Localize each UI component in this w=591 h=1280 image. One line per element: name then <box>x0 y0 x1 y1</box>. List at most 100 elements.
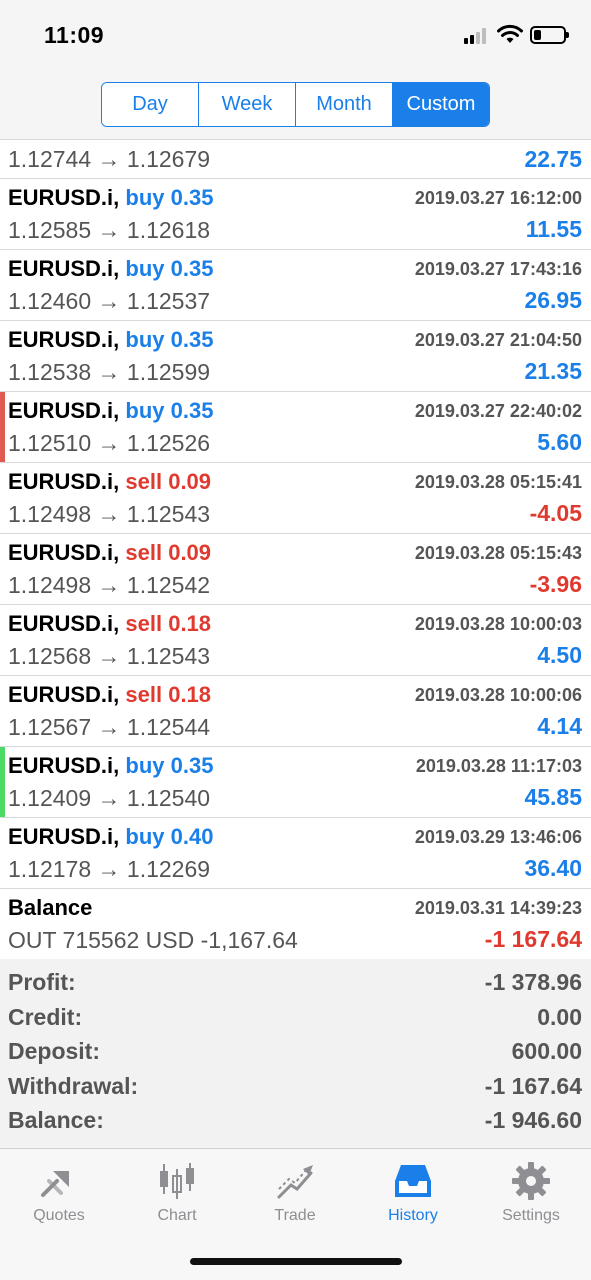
deal-profit: 22.75 <box>524 146 582 172</box>
deal-symbol: EURUSD.i, <box>8 753 120 778</box>
period-month[interactable]: Month <box>296 83 393 126</box>
deal-time: 2019.03.27 21:04:50 <box>414 330 582 350</box>
period-custom[interactable]: Custom <box>393 83 489 126</box>
summary-value: 0.00 <box>537 1003 582 1030</box>
deal-marker <box>0 818 5 888</box>
summary-profit: Profit: -1 378.96 <box>0 967 591 1002</box>
deal-profit: 26.95 <box>524 287 582 313</box>
deal-profit: -4.05 <box>529 500 582 526</box>
deal-side: buy 0.40 <box>125 824 214 849</box>
deal-prices: 1.12498 → 1.12542 <box>8 572 211 598</box>
deal-profit: 11.55 <box>525 216 582 242</box>
summary-value: -1 946.60 <box>484 1107 582 1133</box>
summary-label: Profit: <box>8 969 76 995</box>
period-week[interactable]: Week <box>199 83 296 126</box>
home-indicator[interactable] <box>190 1258 402 1265</box>
deal-side: buy 0.35 <box>125 185 214 210</box>
deal-symbol: EURUSD.i, <box>8 469 120 494</box>
tab-label: Chart <box>157 1207 197 1224</box>
deal-prices: 1.12585 → 1.12618 <box>8 217 211 243</box>
balance-time: 2019.03.31 14:39:23 <box>414 898 582 918</box>
cellular-signal-icon <box>464 28 490 44</box>
deal-side: sell 0.09 <box>125 540 212 565</box>
tab-chart[interactable]: Chart <box>118 1149 236 1239</box>
tab-settings[interactable]: Settings <box>472 1149 590 1239</box>
deal-row[interactable]: EURUSD.i, sell 0.18 2019.03.28 10:00:03 … <box>0 605 591 676</box>
deal-row[interactable]: EURUSD.i, sell 0.09 2019.03.28 05:15:43 … <box>0 534 591 605</box>
deal-symbol: EURUSD.i, <box>8 398 120 423</box>
deal-time: 2019.03.28 05:15:41 <box>414 472 582 492</box>
balance-comment: OUT 715562 USD -1,167.64 <box>8 927 298 953</box>
deal-title: EURUSD.i, sell 0.18 <box>8 682 211 708</box>
deal-prices: 1.12409 → 1.12540 <box>8 785 211 811</box>
deal-profit: 36.40 <box>524 855 582 881</box>
deal-title: EURUSD.i, buy 0.40 <box>8 824 213 850</box>
battery-icon <box>530 26 569 44</box>
deal-title: EURUSD.i, buy 0.35 <box>8 256 213 282</box>
deal-marker <box>0 179 5 249</box>
tab-trade[interactable]: Trade <box>236 1149 354 1239</box>
deal-time: 2019.03.28 05:15:43 <box>414 543 582 563</box>
deal-row[interactable]: EURUSD.i, sell 0.18 2019.03.28 10:00:06 … <box>0 676 591 747</box>
deal-profit: 4.14 <box>537 713 582 739</box>
summary-label: Deposit: <box>8 1038 100 1064</box>
deal-symbol: EURUSD.i, <box>8 327 120 352</box>
trade-icon <box>277 1165 313 1199</box>
deal-prices: 1.12498 → 1.12543 <box>8 501 211 527</box>
tab-label: Settings <box>502 1207 560 1224</box>
deal-row[interactable]: EURUSD.i, buy 0.40 2019.03.29 13:46:06 1… <box>0 818 591 889</box>
summary-label: Withdrawal: <box>8 1072 139 1099</box>
deal-side: sell 0.18 <box>125 682 212 707</box>
deal-row[interactable]: EURUSD.i, buy 0.35 2019.03.27 17:43:16 1… <box>0 250 591 321</box>
deal-time: 2019.03.27 16:12:00 <box>414 188 582 208</box>
summary-label: Balance: <box>8 1107 104 1133</box>
deal-marker <box>0 747 5 817</box>
period-day[interactable]: Day <box>102 83 199 126</box>
deal-time: 2019.03.28 10:00:06 <box>414 685 582 705</box>
balance-amount: -1 167.64 <box>484 926 582 952</box>
deal-title: EURUSD.i, buy 0.35 <box>8 327 213 353</box>
quotes-icon <box>41 1171 69 1197</box>
deal-time: 2019.03.27 22:40:02 <box>414 401 582 421</box>
deal-prices: 1.12744 → 1.12679 <box>8 146 211 172</box>
deal-row[interactable]: EURUSD.i, buy 0.35 2019.03.27 21:04:50 1… <box>0 321 591 392</box>
status-bar: 11:09 <box>0 0 591 70</box>
balance-operation-row[interactable]: Balance 2019.03.31 14:39:23 OUT 715562 U… <box>0 889 591 960</box>
wifi-icon <box>497 24 523 43</box>
balance-title: Balance <box>8 895 93 920</box>
deal-marker <box>0 463 5 533</box>
deal-row[interactable]: EURUSD.i, buy 0.35 2019.03.27 22:40:02 1… <box>0 392 591 463</box>
deal-marker <box>0 605 5 675</box>
deal-prices: 1.12460 → 1.12537 <box>8 288 211 314</box>
deal-title: EURUSD.i, buy 0.35 <box>8 185 213 211</box>
deal-profit: 5.60 <box>537 429 582 455</box>
deal-side: buy 0.35 <box>125 256 214 281</box>
summary-deposit: Deposit: 600.00 <box>0 1036 591 1071</box>
deal-row[interactable]: EURUSD.i, buy 0.35 2019.03.28 11:17:03 1… <box>0 747 591 818</box>
deal-marker <box>0 534 5 604</box>
deal-marker <box>0 321 5 391</box>
tab-history[interactable]: History <box>354 1149 472 1239</box>
deal-row[interactable]: EURUSD.i, buy 0.35 2019.03.27 16:12:00 1… <box>0 179 591 250</box>
tab-quotes[interactable]: Quotes <box>0 1149 118 1239</box>
deal-row[interactable]: EURUSD.i, sell 0.09 2019.03.28 05:15:41 … <box>0 463 591 534</box>
deal-prices: 1.12568 → 1.12543 <box>8 643 211 669</box>
deal-side: sell 0.09 <box>125 469 212 494</box>
tab-label: Trade <box>274 1207 316 1224</box>
deal-row[interactable]: 1.12744 → 1.12679 22.75 <box>0 140 591 179</box>
summary-value: 600.00 <box>511 1038 582 1064</box>
deal-symbol: EURUSD.i, <box>8 824 120 849</box>
deal-marker <box>0 676 5 746</box>
deal-time: 2019.03.28 10:00:03 <box>414 614 582 634</box>
deal-symbol: EURUSD.i, <box>8 611 120 636</box>
deal-symbol: EURUSD.i, <box>8 540 120 565</box>
summary-credit: Credit: 0.00 <box>0 1002 591 1037</box>
deal-profit: -3.96 <box>529 571 582 597</box>
deal-time: 2019.03.29 13:46:06 <box>414 827 582 847</box>
period-selector-bar: Day Week Month Custom <box>0 70 591 140</box>
summary-withdrawal: Withdrawal: -1 167.64 <box>0 1071 591 1106</box>
deal-side: sell 0.18 <box>125 611 212 636</box>
deal-symbol: EURUSD.i, <box>8 185 120 210</box>
deal-profit: 4.50 <box>537 642 582 668</box>
deal-side: buy 0.35 <box>125 327 214 352</box>
